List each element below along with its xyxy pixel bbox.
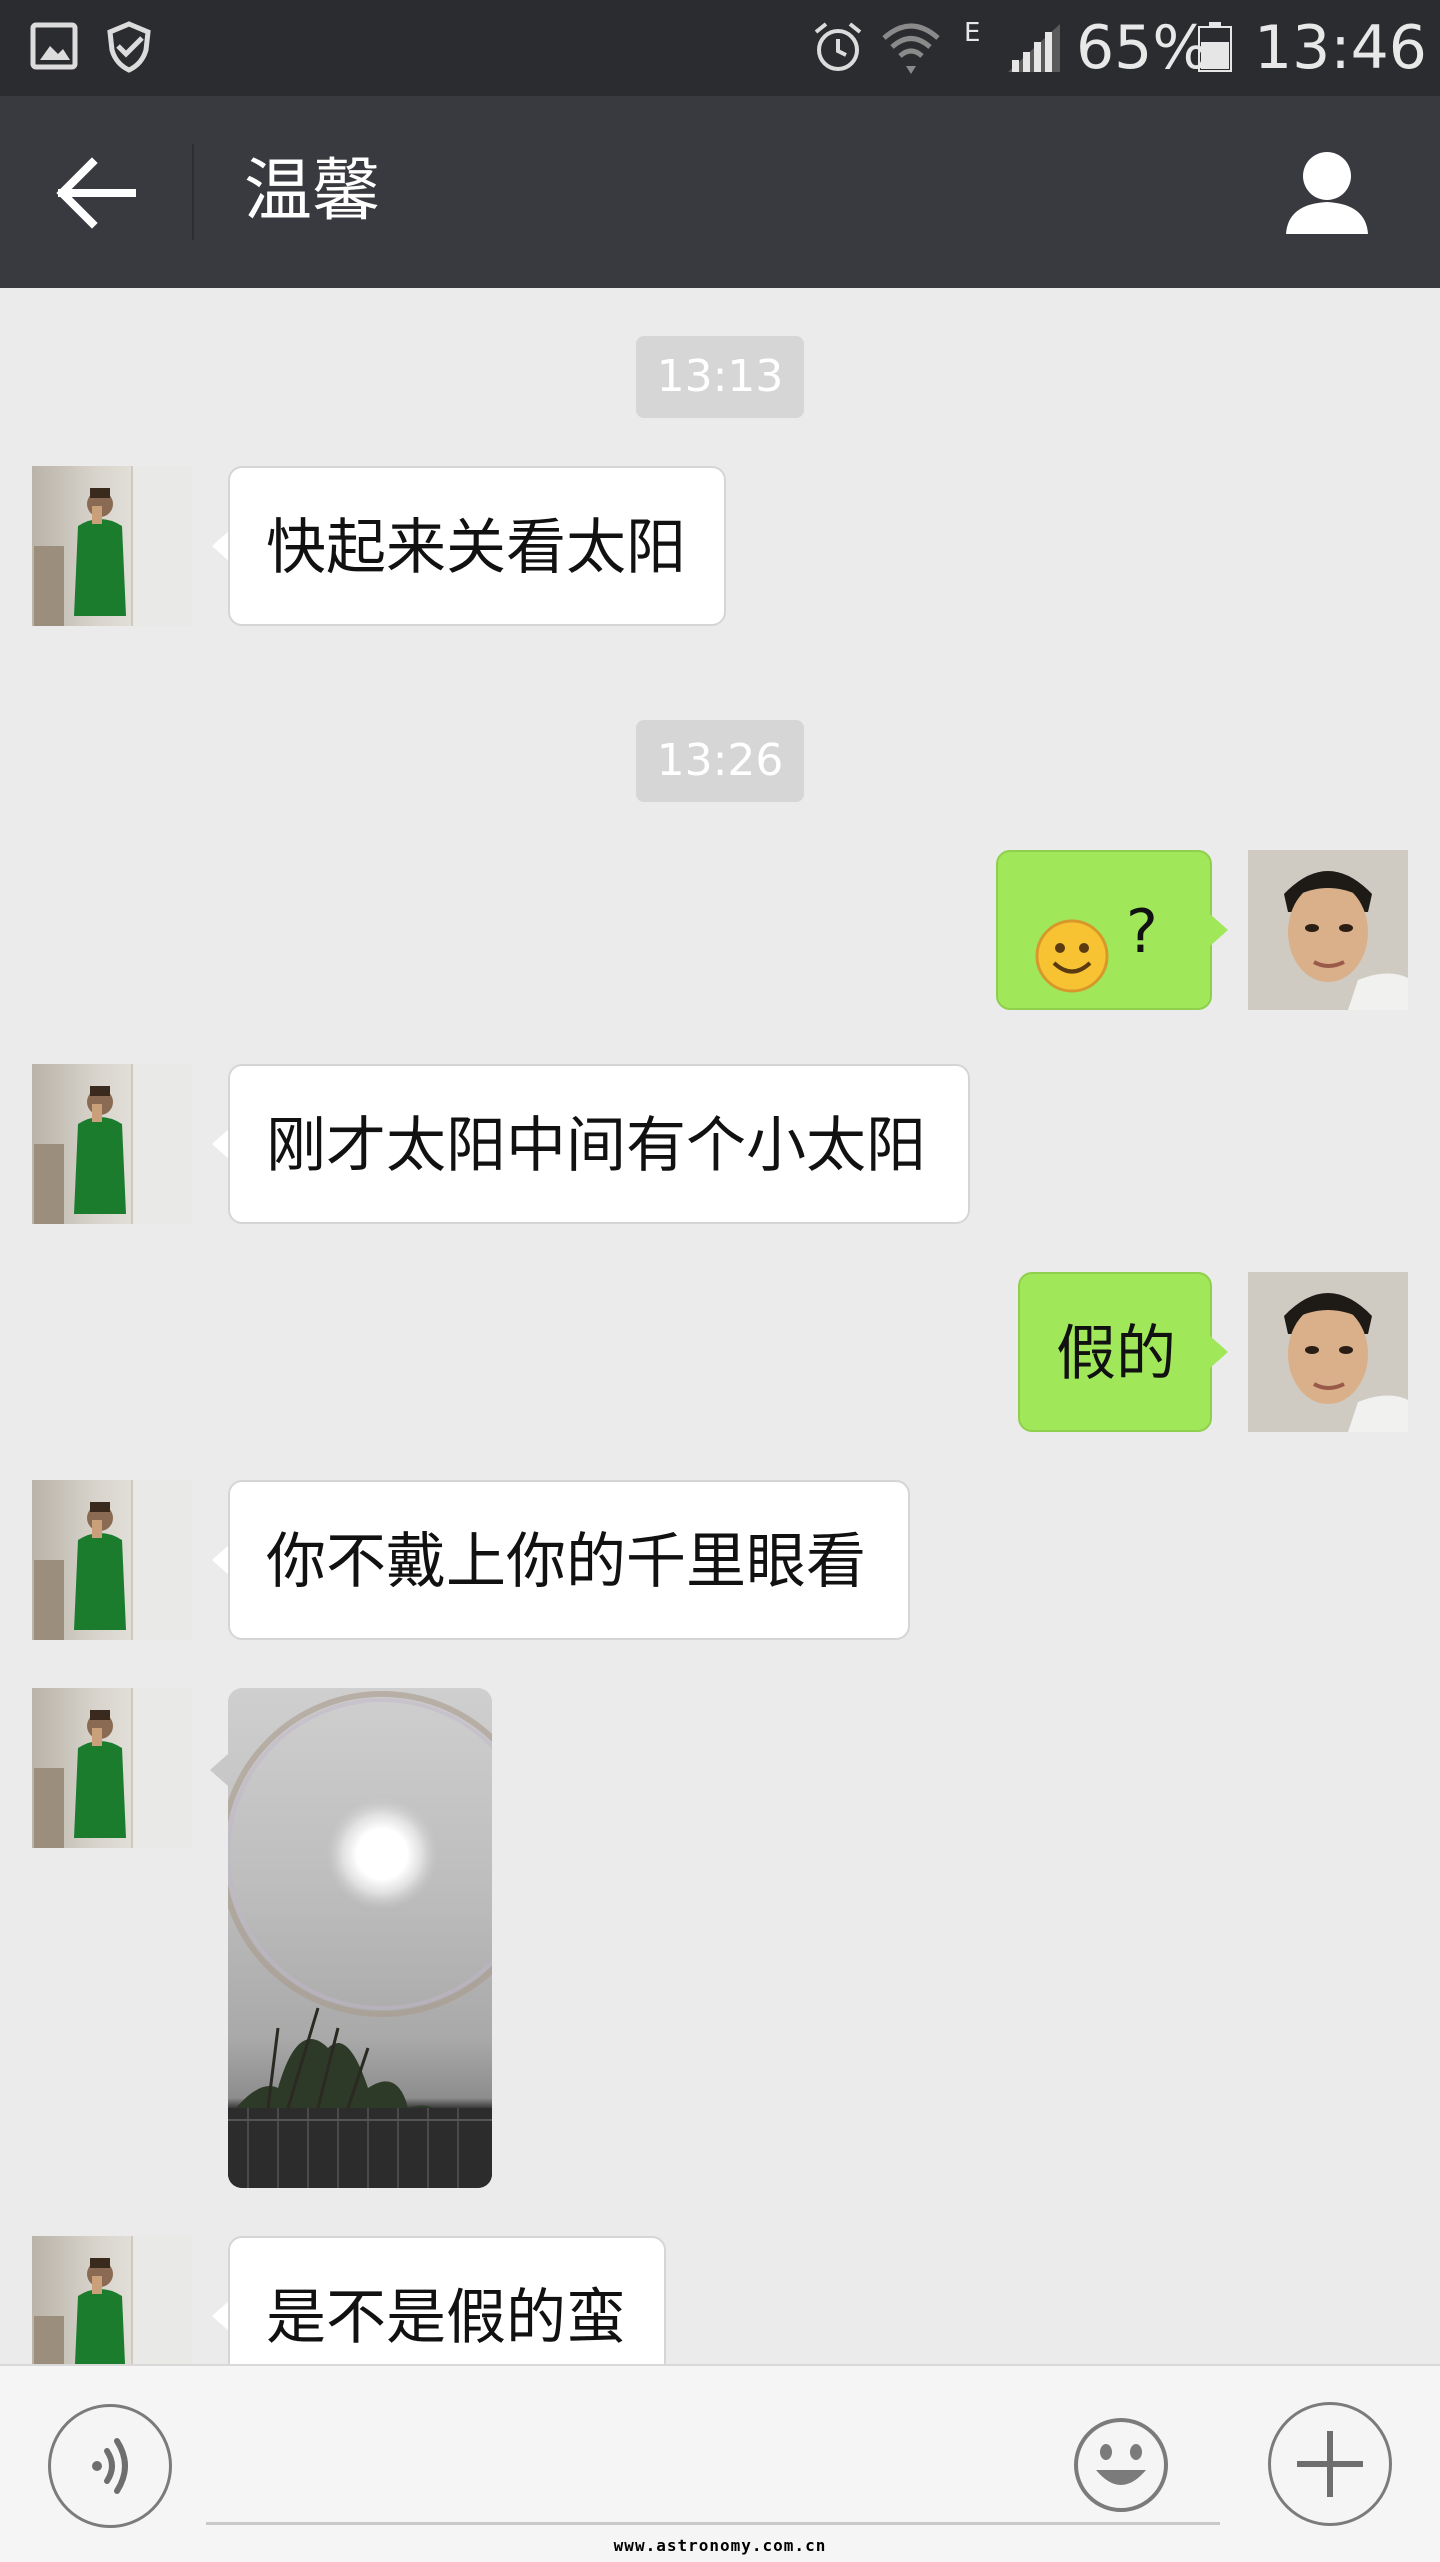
- status-bar: E 65% 13:46: [0, 0, 1440, 96]
- my-avatar[interactable]: [1248, 850, 1408, 1010]
- contact-avatar[interactable]: [32, 2236, 192, 2364]
- message-input[interactable]: [206, 2402, 1220, 2525]
- back-arrow-icon[interactable]: [52, 156, 142, 230]
- voice-icon: [92, 2438, 128, 2494]
- incoming-message[interactable]: 刚才太阳中间有个小太阳: [228, 1064, 970, 1224]
- alarm-icon: [814, 22, 862, 71]
- person-icon[interactable]: [1282, 148, 1372, 238]
- bubble-tail: [1210, 914, 1228, 946]
- voice-button[interactable]: [48, 2404, 172, 2528]
- contact-avatar[interactable]: [32, 466, 192, 626]
- battery-icon: [1198, 22, 1232, 72]
- title-divider: [192, 144, 194, 240]
- message-list[interactable]: 13:13 快起来关看太阳 13:26 ? 刚才太阳中间有个小太阳 假的 你不戴…: [0, 288, 1440, 2364]
- chat-title: 温馨: [244, 152, 381, 231]
- network-type: E: [964, 18, 981, 48]
- timestamp: 13:26: [636, 720, 804, 802]
- contact-avatar[interactable]: [32, 1064, 192, 1224]
- more-button[interactable]: [1268, 2402, 1392, 2526]
- incoming-message[interactable]: 是不是假的蛮: [228, 2236, 666, 2364]
- bubble-tail: [210, 1754, 228, 1786]
- smiley-icon: [1074, 2418, 1168, 2512]
- message-text: ?: [1126, 897, 1158, 967]
- shield-check-icon: [107, 21, 151, 73]
- emoji-button[interactable]: [1072, 2416, 1170, 2514]
- gallery-icon: [30, 22, 78, 70]
- title-bar: 温馨: [0, 96, 1440, 288]
- wifi-icon: [882, 23, 940, 74]
- plus-icon: [1297, 2431, 1363, 2497]
- outgoing-message[interactable]: ?: [996, 850, 1212, 1010]
- incoming-message[interactable]: 快起来关看太阳: [228, 466, 726, 626]
- smiley-emoji-icon: [1034, 894, 1110, 993]
- clock: 13:46: [1254, 13, 1427, 83]
- battery-percent: 65%: [1076, 13, 1210, 83]
- contact-avatar[interactable]: [32, 1688, 192, 1848]
- incoming-message[interactable]: 你不戴上你的千里眼看: [228, 1480, 910, 1640]
- my-avatar[interactable]: [1248, 1272, 1408, 1432]
- bubble-tail: [1210, 1336, 1228, 1368]
- outgoing-message[interactable]: 假的: [1018, 1272, 1212, 1432]
- contact-avatar[interactable]: [32, 1480, 192, 1640]
- watermark: www.astronomy.com.cn: [613, 2536, 827, 2555]
- timestamp: 13:13: [636, 336, 804, 418]
- input-bar: [0, 2364, 1440, 2562]
- signal-icon: [1008, 24, 1060, 72]
- sun-halo-photo[interactable]: [228, 1688, 492, 2188]
